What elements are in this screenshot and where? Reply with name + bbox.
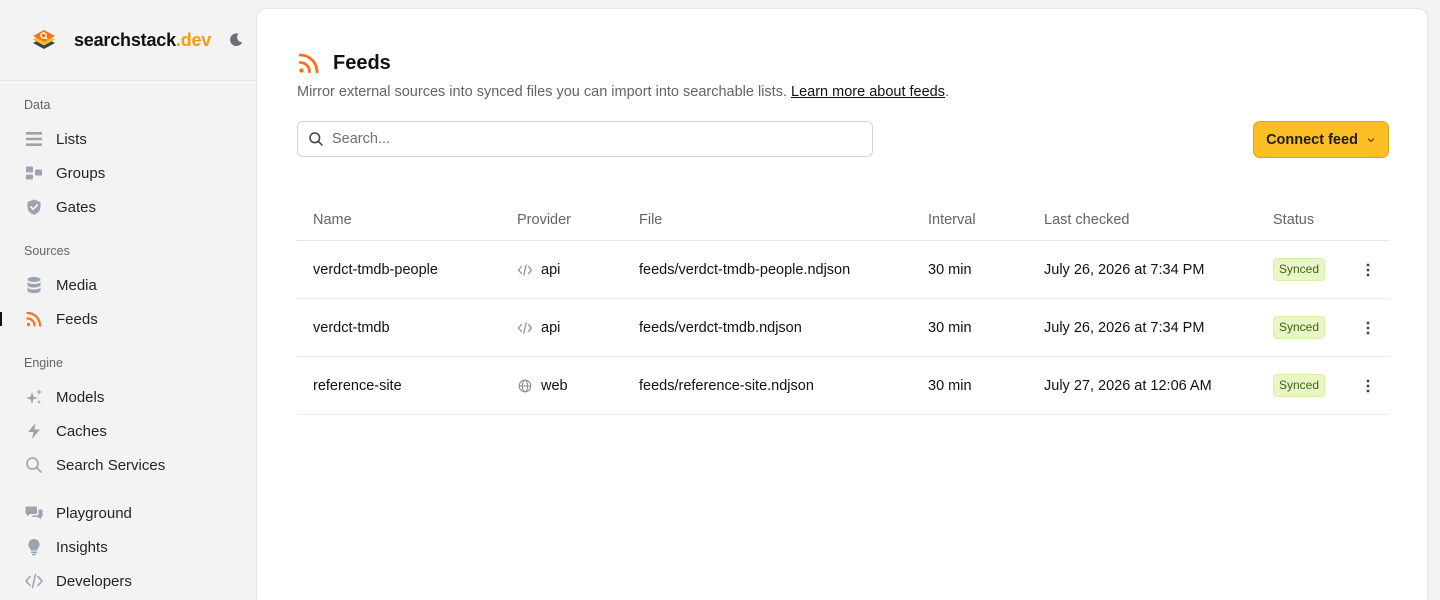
nav-section-engine: Engine — [24, 356, 63, 370]
status-badge: Synced — [1273, 374, 1326, 397]
sidebar-item-lists[interactable]: Lists — [0, 124, 256, 154]
feed-last-checked: July 27, 2026 at 12:06 AM — [1044, 377, 1212, 394]
more-vertical-icon[interactable] — [1358, 318, 1378, 338]
sidebar-item-models[interactable]: Models — [0, 382, 256, 412]
nav-section-data: Data — [24, 98, 51, 112]
description-period: . — [944, 84, 950, 100]
column-header-interval[interactable]: Interval — [912, 212, 1028, 228]
page-description: Mirror external sources into synced file… — [297, 84, 949, 100]
sparkles-icon — [24, 387, 44, 407]
brand-name[interactable]: searchstack.dev — [74, 30, 211, 51]
sidebar-item-label: Media — [56, 276, 97, 294]
sidebar-item-label: Groups — [56, 164, 106, 182]
connect-feed-button[interactable]: Connect feed — [1253, 121, 1389, 158]
sidebar-item-label: Insights — [56, 538, 108, 556]
lightbulb-icon — [24, 537, 44, 557]
globe-icon — [517, 378, 533, 394]
rss-icon — [297, 51, 321, 75]
shield-check-icon — [24, 197, 44, 217]
sidebar-item-label: Playground — [56, 504, 132, 522]
feed-interval: 30 min — [928, 261, 972, 278]
search-input[interactable] — [332, 131, 852, 147]
row-actions — [1347, 376, 1389, 396]
moon-icon[interactable] — [227, 31, 245, 49]
code-icon — [517, 262, 533, 278]
main-panel: Feeds Mirror external sources into synce… — [256, 8, 1428, 600]
sidebar-item-groups[interactable]: Groups — [0, 158, 256, 188]
sidebar-item-playground[interactable]: Playground — [0, 498, 256, 528]
database-icon — [24, 275, 44, 295]
feeds-table: Name Provider File Interval Last checked… — [297, 199, 1389, 415]
sidebar-item-media[interactable]: Media — [0, 270, 256, 300]
sidebar-item-label: Feeds — [56, 310, 98, 328]
chat-bubbles-icon — [24, 503, 44, 523]
feed-name[interactable]: verdct-tmdb — [297, 320, 501, 336]
feed-provider-label: api — [541, 319, 561, 336]
code-icon — [517, 320, 533, 336]
lightning-icon — [24, 421, 44, 441]
table-row[interactable]: verdct-tmdb api feeds/verdct-tmdb.ndjson… — [297, 299, 1389, 357]
feed-name[interactable]: reference-site — [297, 378, 501, 394]
feed-file: feeds/verdct-tmdb-people.ndjson — [639, 261, 851, 278]
search-icon — [308, 131, 324, 147]
sidebar-item-gates[interactable]: Gates — [0, 192, 256, 222]
sidebar-item-label: Gates — [56, 198, 97, 216]
table-header: Name Provider File Interval Last checked… — [297, 199, 1389, 241]
feed-status: Synced — [1257, 316, 1347, 339]
search-icon — [24, 455, 44, 475]
sidebar-item-label: Search Services — [56, 456, 166, 474]
table-row[interactable]: reference-site web feeds/reference-site.… — [297, 357, 1389, 415]
code-icon — [24, 571, 44, 591]
feed-provider-label: api — [541, 261, 561, 278]
brand-header: searchstack.dev — [0, 0, 256, 81]
feed-interval: 30 min — [928, 319, 972, 336]
sidebar: searchstack.dev Data Lists Groups Gates … — [0, 0, 256, 600]
feed-last-checked: July 26, 2026 at 7:34 PM — [1044, 319, 1205, 336]
row-actions — [1347, 318, 1389, 338]
sidebar-item-label: Models — [56, 388, 105, 406]
more-vertical-icon[interactable] — [1358, 260, 1378, 280]
groups-icon — [24, 163, 44, 183]
search-box[interactable] — [297, 121, 873, 157]
learn-more-link[interactable]: Learn more about feeds — [791, 84, 945, 100]
sidebar-item-search-services[interactable]: Search Services — [0, 450, 256, 480]
chevron-down-icon — [1366, 135, 1376, 145]
feed-provider: web — [501, 378, 623, 394]
column-header-name[interactable]: Name — [297, 212, 501, 228]
page-header: Feeds — [297, 51, 391, 75]
feed-provider-label: web — [541, 377, 568, 394]
sidebar-item-insights[interactable]: Insights — [0, 532, 256, 562]
feed-file: feeds/verdct-tmdb.ndjson — [639, 319, 802, 336]
feed-name[interactable]: verdct-tmdb-people — [297, 262, 501, 278]
feed-interval: 30 min — [928, 377, 972, 394]
column-header-provider[interactable]: Provider — [501, 212, 623, 228]
sidebar-item-label: Caches — [56, 422, 107, 440]
sidebar-item-developers[interactable]: Developers — [0, 566, 256, 596]
searchstack-logo-icon[interactable] — [30, 26, 58, 54]
column-header-status[interactable]: Status — [1257, 212, 1347, 228]
more-vertical-icon[interactable] — [1358, 376, 1378, 396]
status-badge: Synced — [1273, 316, 1326, 339]
status-badge: Synced — [1273, 258, 1326, 281]
nav-section-sources: Sources — [24, 244, 70, 258]
sidebar-item-feeds[interactable]: Feeds — [0, 304, 256, 334]
row-actions — [1347, 260, 1389, 280]
feed-last-checked: July 26, 2026 at 7:34 PM — [1044, 261, 1205, 278]
connect-feed-label: Connect feed — [1266, 131, 1358, 148]
column-header-file[interactable]: File — [623, 212, 912, 228]
page-title: Feeds — [333, 51, 391, 74]
column-header-last-checked[interactable]: Last checked — [1028, 212, 1257, 228]
feed-provider: api — [501, 320, 623, 336]
sidebar-item-label: Lists — [56, 130, 87, 148]
feed-status: Synced — [1257, 374, 1347, 397]
sidebar-item-label: Developers — [56, 572, 132, 590]
table-row[interactable]: verdct-tmdb-people api feeds/verdct-tmdb… — [297, 241, 1389, 299]
feed-provider: api — [501, 262, 623, 278]
feed-status: Synced — [1257, 258, 1347, 281]
description-text: Mirror external sources into synced file… — [297, 84, 787, 100]
sidebar-item-caches[interactable]: Caches — [0, 416, 256, 446]
feed-file: feeds/reference-site.ndjson — [639, 377, 814, 394]
rss-icon — [24, 309, 44, 329]
list-icon — [24, 129, 44, 149]
